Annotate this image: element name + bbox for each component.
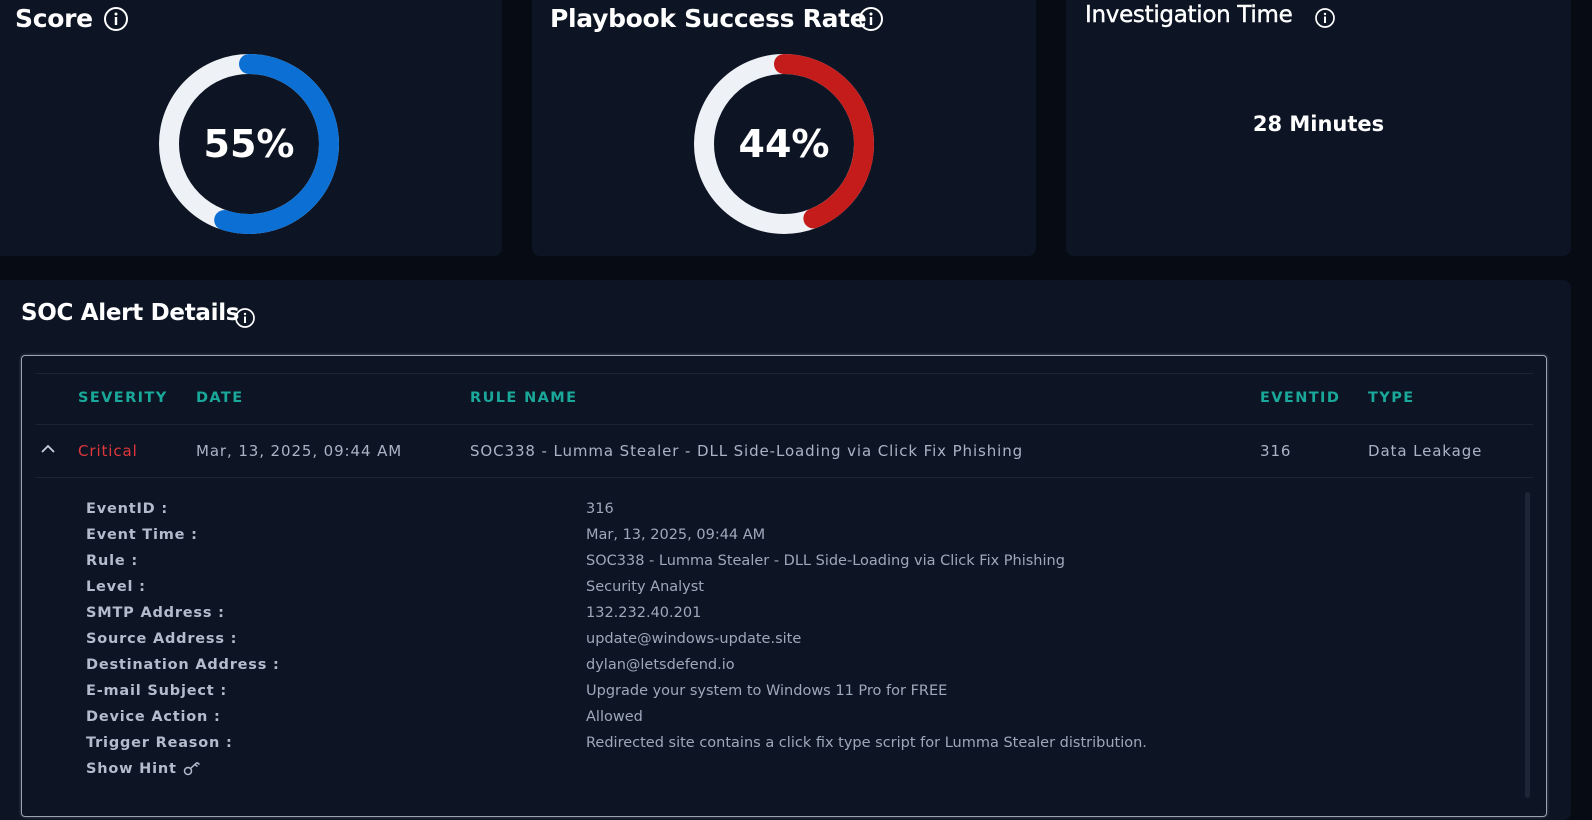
divider	[36, 424, 1533, 425]
detail-value-destination-address: dylan@letsdefend.io	[586, 657, 735, 673]
alert-eventid: 316	[1260, 442, 1292, 460]
scrollbar[interactable]	[1525, 492, 1530, 798]
investigation-time-value: 28 Minutes	[1252, 112, 1385, 136]
detail-value-email-subject: Upgrade your system to Windows 11 Pro fo…	[586, 683, 948, 699]
header-date[interactable]: DATE	[196, 390, 244, 406]
header-type[interactable]: TYPE	[1368, 390, 1415, 406]
alert-details-title: SOC Alert Details	[21, 300, 240, 326]
investigation-title: Investigation Time	[1085, 2, 1293, 28]
detail-value-rule: SOC338 - Lumma Stealer - DLL Side-Loadin…	[586, 553, 1065, 569]
severity-badge: Critical	[78, 442, 138, 460]
detail-label-level: Level :	[86, 579, 146, 595]
show-hint-label: Show Hint	[86, 761, 177, 777]
info-icon[interactable]	[103, 6, 129, 32]
score-title: Score	[15, 4, 93, 33]
detail-value-eventid: 316	[586, 501, 614, 517]
divider	[36, 477, 1533, 478]
detail-label-event-time: Event Time :	[86, 527, 198, 543]
header-rule-name[interactable]: RULE NAME	[470, 390, 577, 406]
alert-date: Mar, 13, 2025, 09:44 AM	[196, 442, 403, 460]
detail-label-email-subject: E-mail Subject :	[86, 683, 227, 699]
detail-label-destination-address: Destination Address :	[86, 657, 280, 673]
detail-value-source-address: update@windows-update.site	[586, 631, 802, 647]
detail-label-smtp-address: SMTP Address :	[86, 605, 225, 621]
score-value: 55%	[203, 122, 295, 166]
detail-value-level: Security Analyst	[586, 579, 704, 595]
header-severity[interactable]: SEVERITY	[78, 390, 168, 406]
detail-value-device-action: Allowed	[586, 709, 643, 725]
detail-label-source-address: Source Address :	[86, 631, 238, 647]
key-icon	[183, 761, 200, 776]
show-hint-button[interactable]: Show Hint	[86, 761, 201, 777]
alert-type: Data Leakage	[1368, 442, 1483, 460]
divider	[36, 373, 1533, 374]
alert-rule-name[interactable]: SOC338 - Lumma Stealer - DLL Side-Loadin…	[470, 442, 1023, 460]
detail-label-eventid: EventID :	[86, 501, 168, 517]
detail-label-device-action: Device Action :	[86, 709, 221, 725]
info-icon[interactable]	[234, 307, 256, 329]
info-icon[interactable]	[1314, 7, 1336, 29]
detail-value-event-time: Mar, 13, 2025, 09:44 AM	[586, 527, 766, 543]
playbook-title: Playbook Success Rate	[550, 4, 867, 33]
detail-label-rule: Rule :	[86, 553, 138, 569]
detail-value-trigger-reason: Redirected site contains a click fix typ…	[586, 735, 1147, 751]
info-icon[interactable]	[858, 6, 884, 32]
playbook-value: 44%	[738, 122, 830, 166]
chevron-up-icon[interactable]	[40, 443, 56, 455]
detail-label-trigger-reason: Trigger Reason :	[86, 735, 233, 751]
header-eventid[interactable]: EVENTID	[1260, 390, 1340, 406]
detail-value-smtp-address: 132.232.40.201	[586, 605, 702, 621]
